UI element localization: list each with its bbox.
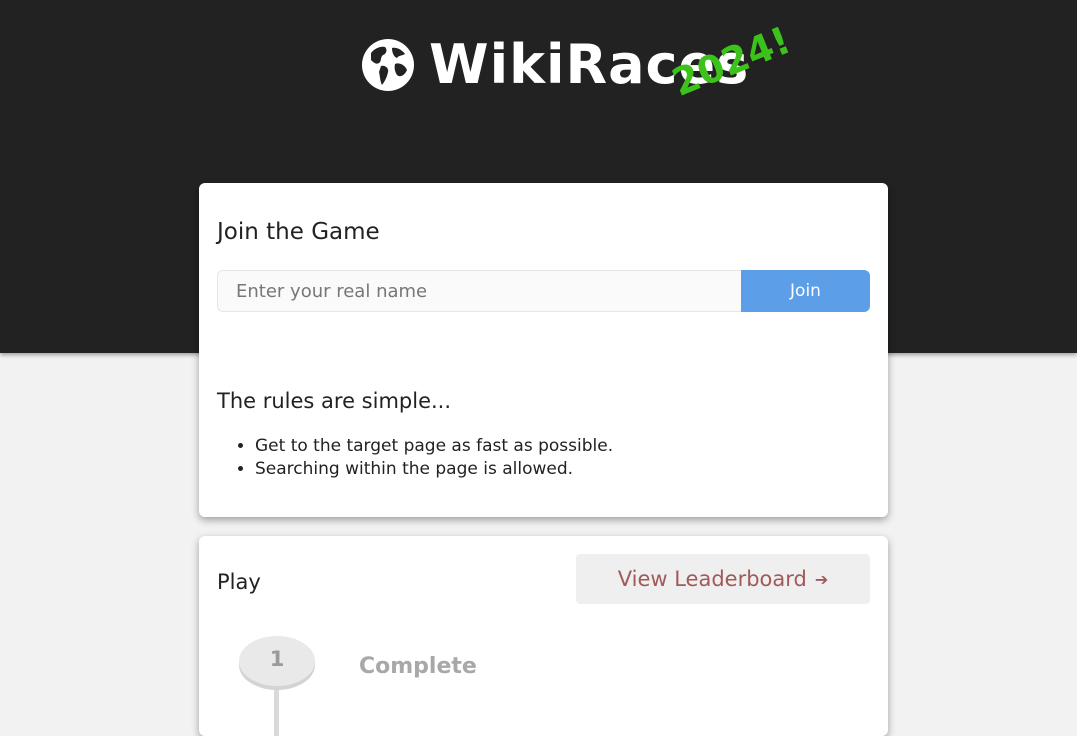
view-leaderboard-button[interactable]: View Leaderboard ➔ [576,554,870,604]
globe-icon [362,39,414,91]
join-card: Join the Game Join The rules are simple.… [199,183,888,517]
rule-item: Searching within the page is allowed. [255,458,613,481]
step-number: 1 [269,646,285,671]
play-title: Play [217,570,261,594]
step-number-badge: 1 [239,636,315,686]
leaderboard-label: View Leaderboard [617,567,807,591]
join-button[interactable]: Join [741,270,870,312]
step-status: Complete [359,654,477,679]
play-card: Play View Leaderboard ➔ 1 Complete [199,536,888,736]
arrow-right-icon: ➔ [814,569,829,589]
rules-title: The rules are simple... [217,389,452,413]
join-title: Join the Game [217,219,380,245]
name-input[interactable] [217,270,741,312]
rule-item: Get to the target page as fast as possib… [255,435,613,458]
rules-list: Get to the target page as fast as possib… [217,435,613,481]
